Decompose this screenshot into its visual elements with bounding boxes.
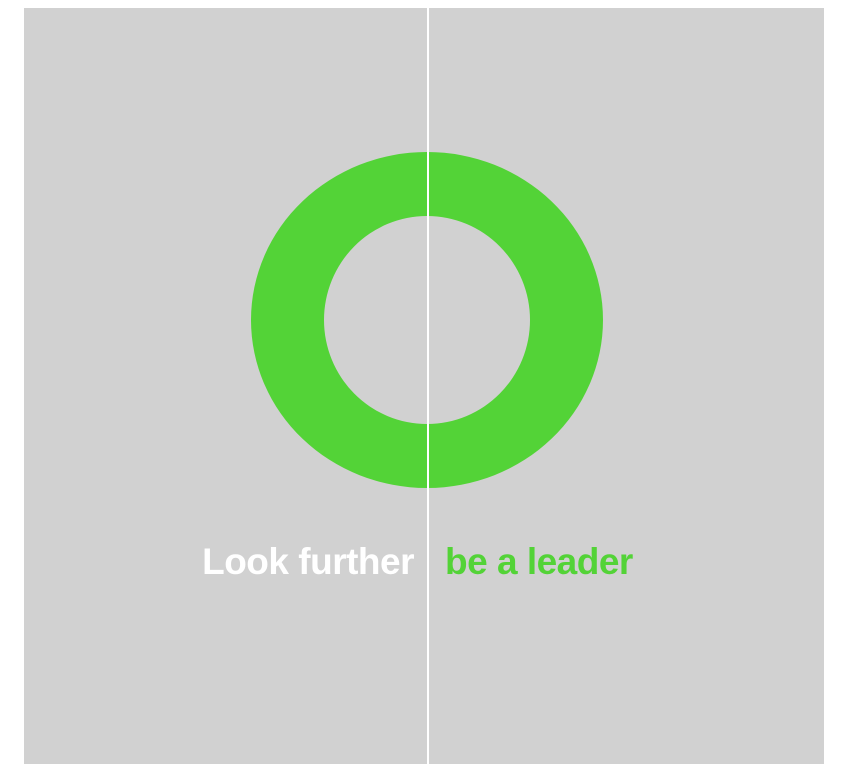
banner-canvas: Look further be a leader <box>24 8 824 764</box>
center-divider <box>427 8 429 764</box>
tagline-right: be a leader <box>445 541 633 582</box>
ring-icon <box>251 152 603 488</box>
tagline-left: Look further <box>202 541 414 582</box>
